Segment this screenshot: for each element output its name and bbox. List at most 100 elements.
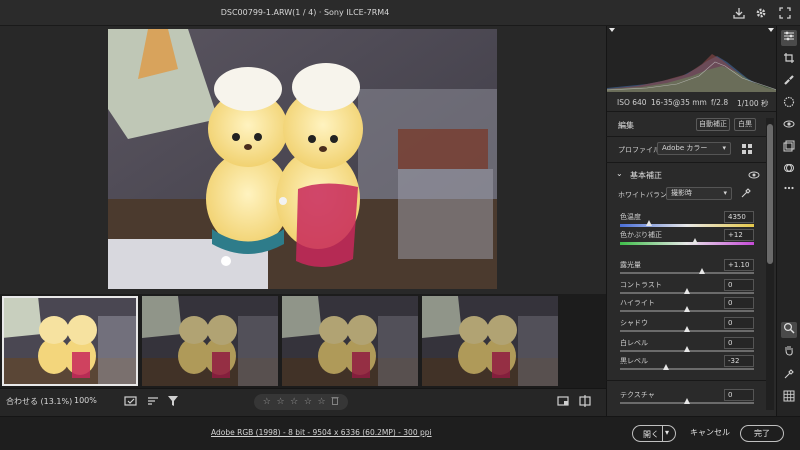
profile-label: プロファイル xyxy=(618,146,660,154)
profile-dropdown[interactable]: Adobe カラー ▾ xyxy=(657,142,731,155)
star-icon[interactable]: ☆ xyxy=(290,397,298,407)
scrollbar-thumb[interactable] xyxy=(767,124,773,264)
slider-value-input[interactable]: -32 xyxy=(724,355,754,367)
workflow-options-link[interactable]: Adobe RGB (1998) - 8 bit - 9504 x 6336 (… xyxy=(211,428,432,437)
mask-icon[interactable] xyxy=(781,96,797,112)
slider-knob[interactable] xyxy=(684,398,690,404)
tool-rail xyxy=(776,26,800,416)
download-icon[interactable] xyxy=(732,6,746,20)
bottom-toolbar: 合わせる (13.1%) 100% ☆ ☆ ☆ ☆ ☆ xyxy=(0,388,606,416)
slider-value-input[interactable]: 4350 xyxy=(724,211,754,223)
more-icon[interactable] xyxy=(781,182,797,198)
image-canvas[interactable] xyxy=(0,26,606,294)
star-icon[interactable]: ☆ xyxy=(317,397,325,407)
healing-brush-icon[interactable] xyxy=(781,74,797,90)
slider-value-input[interactable]: 0 xyxy=(724,317,754,329)
slider-label: テクスチャ xyxy=(620,391,655,399)
filmstrip-thumb[interactable] xyxy=(142,296,278,386)
slider-knob[interactable] xyxy=(692,238,699,244)
title-bar: DSC00799-1.ARW(1 / 4) · Sony ILCE-7RM4 xyxy=(0,0,800,26)
slider-label: 露光量 xyxy=(620,261,641,269)
filmstrip-thumb[interactable] xyxy=(282,296,418,386)
eyedropper-icon[interactable] xyxy=(740,187,752,201)
grid-icon[interactable] xyxy=(781,390,797,406)
edit-sliders-icon[interactable] xyxy=(781,30,797,46)
slider-label: 色かぶり補正 xyxy=(620,231,662,239)
filter-icon[interactable] xyxy=(166,394,180,410)
white-balance-dropdown[interactable]: 撮影時 ▾ xyxy=(666,187,732,200)
slider-value-input[interactable]: 0 xyxy=(724,297,754,309)
exif-lens: 16-35@35 mm xyxy=(651,98,707,107)
filmstrip-thumb[interactable] xyxy=(2,296,138,386)
white-balance-value: 撮影時 xyxy=(671,189,692,197)
presets-icon[interactable] xyxy=(781,162,797,178)
rating-stars[interactable]: ☆ ☆ ☆ ☆ ☆ xyxy=(254,394,348,410)
star-icon[interactable]: ☆ xyxy=(304,397,312,407)
expand-icon[interactable] xyxy=(778,6,792,20)
slider-value-input[interactable]: 0 xyxy=(724,279,754,291)
photo-preview[interactable] xyxy=(108,29,497,289)
slider-label: ハイライト xyxy=(620,299,655,307)
exif-shutter: 1/100 秒 xyxy=(737,99,769,108)
slider-knob[interactable] xyxy=(684,326,690,332)
slider-track[interactable] xyxy=(620,326,754,332)
filmstrip xyxy=(0,294,606,388)
slider-knob[interactable] xyxy=(684,306,690,312)
slider-track[interactable] xyxy=(620,306,754,312)
slider-label: コントラスト xyxy=(620,281,662,289)
slider-label: 黒レベル xyxy=(620,357,648,365)
cancel-button[interactable]: キャンセル xyxy=(690,427,730,438)
filter-mark-icon[interactable] xyxy=(124,394,138,410)
slider-value-input[interactable]: 0 xyxy=(724,337,754,349)
slider-track[interactable] xyxy=(620,288,754,294)
filmstrip-thumb[interactable] xyxy=(422,296,558,386)
trash-icon[interactable] xyxy=(331,396,339,408)
slider-track[interactable] xyxy=(620,268,754,274)
compare-view-icon[interactable] xyxy=(578,394,592,410)
chevron-down-icon: ▾ xyxy=(722,144,726,152)
slider-value-input[interactable]: 0 xyxy=(724,389,754,401)
single-view-icon[interactable] xyxy=(556,394,570,410)
hand-icon[interactable] xyxy=(781,344,797,360)
panel-scrollbar[interactable] xyxy=(766,118,774,410)
slider-track[interactable] xyxy=(620,220,754,227)
profile-browser-icon[interactable] xyxy=(741,143,753,157)
slider-track[interactable] xyxy=(620,346,754,352)
gear-icon[interactable] xyxy=(754,6,768,20)
slider-knob[interactable] xyxy=(646,220,653,226)
black-white-button[interactable]: 白黒 xyxy=(734,118,756,131)
window-title: DSC00799-1.ARW(1 / 4) · Sony ILCE-7RM4 xyxy=(220,8,390,17)
histogram xyxy=(607,26,777,92)
slider-label: 色温度 xyxy=(620,213,641,221)
zoom-icon[interactable] xyxy=(781,322,797,338)
slider-knob[interactable] xyxy=(662,364,669,370)
red-eye-icon[interactable] xyxy=(781,118,797,134)
star-icon[interactable]: ☆ xyxy=(263,397,271,407)
slider-knob[interactable] xyxy=(684,288,690,294)
slider-track[interactable] xyxy=(620,398,754,404)
profile-value: Adobe カラー xyxy=(662,144,708,152)
chevron-down-icon[interactable]: ⌄ xyxy=(616,169,623,178)
chevron-down-icon: ▾ xyxy=(723,189,727,197)
slider-value-input[interactable]: +12 xyxy=(724,229,754,241)
slider-knob[interactable] xyxy=(684,346,690,352)
slider-label: シャドウ xyxy=(620,319,648,327)
color-sampler-icon[interactable] xyxy=(781,368,797,384)
slider-value-input[interactable]: +1.10 xyxy=(724,259,754,271)
zoom-select[interactable]: 合わせる (13.1%) xyxy=(6,396,72,407)
zoom-percent[interactable]: 100% xyxy=(74,396,97,405)
crop-icon[interactable] xyxy=(781,52,797,68)
slider-track[interactable] xyxy=(620,364,754,370)
slider-knob[interactable] xyxy=(698,268,705,274)
chevron-down-icon[interactable]: ▾ xyxy=(665,428,669,437)
eye-icon[interactable] xyxy=(748,170,760,182)
done-button[interactable]: 完了 xyxy=(740,425,784,442)
star-icon[interactable]: ☆ xyxy=(276,397,284,407)
open-button[interactable]: 開く ▾ xyxy=(632,425,676,442)
exif-aperture: f/2.8 xyxy=(711,98,729,107)
exif-info: ISO 640 16-35@35 mm f/2.8 1/100 秒 xyxy=(607,92,777,112)
auto-button[interactable]: 自動補正 xyxy=(696,118,730,131)
snapshots-icon[interactable] xyxy=(781,140,797,156)
sort-icon[interactable] xyxy=(146,394,160,410)
slider-track[interactable] xyxy=(620,238,754,245)
